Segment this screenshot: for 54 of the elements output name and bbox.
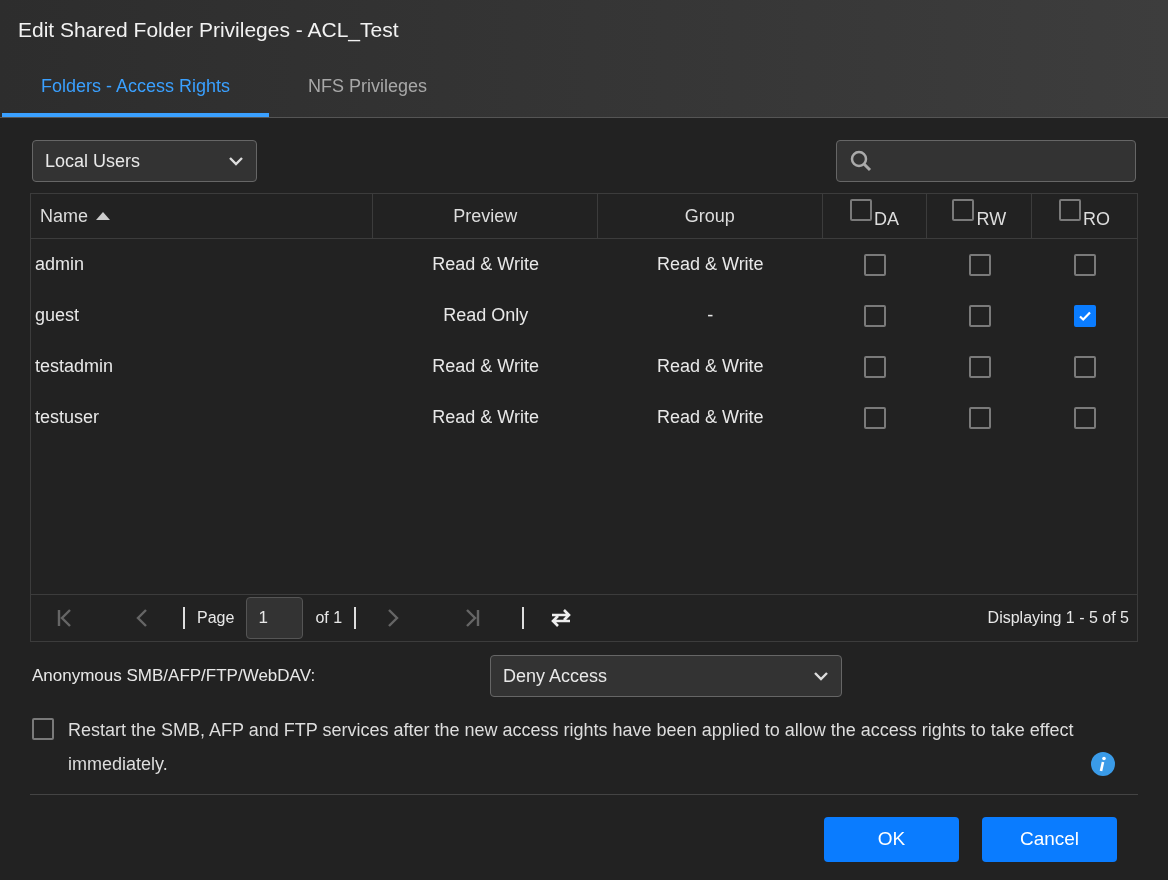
checkbox[interactable] — [952, 198, 975, 221]
column-header: RO — [1083, 207, 1111, 231]
page-number-field[interactable]: 1 — [246, 597, 304, 639]
table-cell: admin — [35, 254, 85, 274]
dialog-button[interactable]: Cancel — [982, 817, 1117, 862]
tab[interactable]: NFS Privileges — [269, 60, 467, 117]
table-cell: Read & Write — [656, 356, 764, 376]
column-header: DA — [873, 207, 899, 231]
checkbox[interactable] — [864, 355, 886, 378]
search-field[interactable] — [836, 140, 1136, 182]
column-header[interactable]: Preview — [373, 194, 598, 238]
page-label: Page — [197, 608, 235, 628]
chevron-down-icon — [228, 156, 244, 166]
checkbox[interactable] — [968, 253, 991, 276]
column-header[interactable]: Group — [598, 194, 823, 238]
table-cell: Read & Write — [432, 356, 540, 376]
checkbox[interactable] — [1073, 355, 1096, 378]
previous-page-icon[interactable] — [135, 608, 149, 628]
checkbox[interactable] — [1073, 253, 1096, 276]
display-count: Displaying 1 - 5 of 5 — [987, 608, 1129, 628]
checkbox[interactable] — [864, 406, 886, 429]
info-icon[interactable] — [1091, 752, 1115, 776]
checkbox[interactable] — [968, 304, 991, 327]
checkbox[interactable] — [968, 355, 991, 378]
column-header: RW — [976, 207, 1007, 231]
dialog-button[interactable]: OK — [824, 817, 959, 862]
checkbox[interactable] — [968, 406, 991, 429]
window-title: Edit Shared Folder Privileges - ACL_Test — [18, 17, 399, 44]
user-type-dropdown[interactable]: Local Users — [32, 140, 257, 182]
tab[interactable]: Folders - Access Rights — [2, 60, 270, 117]
checkbox[interactable] — [864, 253, 886, 276]
search-icon — [849, 149, 873, 173]
column-header[interactable]: Name — [31, 194, 374, 238]
table-cell: testadmin — [35, 356, 114, 376]
anonymous-access-dropdown[interactable]: Deny Access — [490, 655, 842, 697]
table-cell: Read & Write — [432, 407, 540, 427]
restart-services-text: Restart the SMB, AFP and FTP services after the new access rights have been applied to allow the access rights to take effect immediately. — [68, 719, 1075, 776]
next-page-icon[interactable] — [386, 608, 401, 628]
checkbox[interactable] — [1059, 198, 1082, 221]
checkbox[interactable] — [1073, 406, 1096, 429]
table-cell: Read & Write — [432, 254, 540, 274]
table-cell: testuser — [35, 407, 100, 427]
table-cell: guest — [35, 305, 80, 325]
page-count: of 1 — [315, 608, 343, 628]
table-cell: - — [707, 305, 714, 325]
table-cell: Read & Write — [656, 407, 764, 427]
checkbox[interactable] — [864, 304, 886, 327]
anonymous-access-label: Anonymous SMB/AFP/FTP/WebDAV: — [32, 665, 317, 688]
chevron-down-icon — [813, 671, 829, 681]
checkbox[interactable] — [849, 198, 872, 221]
checkbox[interactable] — [1073, 304, 1096, 327]
table-cell: Read & Write — [656, 254, 764, 274]
checkbox[interactable] — [32, 718, 54, 740]
table-cell: Read Only — [443, 305, 529, 325]
